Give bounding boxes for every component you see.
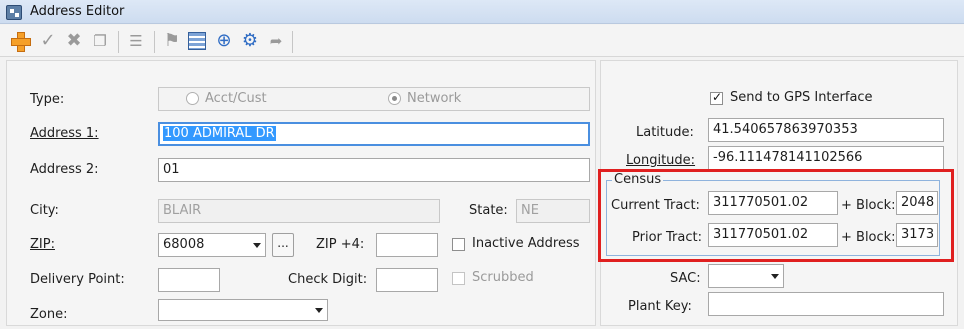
state-input[interactable]: NE xyxy=(516,199,590,223)
zone-dropdown[interactable] xyxy=(158,299,328,321)
latitude-label: Latitude: xyxy=(636,125,694,140)
type-acct-label: Acct/Cust xyxy=(205,91,267,106)
plus-circle-icon[interactable]: ⊕ xyxy=(214,31,234,51)
zip-lookup-button[interactable]: ... xyxy=(272,233,294,257)
address2-label: Address 2: xyxy=(30,162,99,177)
address2-input[interactable]: 01 xyxy=(158,158,590,182)
city-label: City: xyxy=(30,203,59,218)
address1-label: Address 1: xyxy=(30,126,99,141)
longitude-input[interactable]: -96.111478141102566 xyxy=(708,146,944,170)
export-icon[interactable]: ➦ xyxy=(266,31,286,51)
sac-dropdown[interactable] xyxy=(708,264,784,288)
plant-key-label: Plant Key: xyxy=(628,299,692,314)
window-title: Address Editor xyxy=(30,4,125,19)
census-highlight xyxy=(598,169,954,262)
check-digit-input[interactable] xyxy=(376,268,438,292)
zone-label: Zone: xyxy=(30,307,68,322)
type-network-radio[interactable] xyxy=(388,92,401,105)
zip4-label: ZIP +4: xyxy=(316,237,365,252)
zip-value: 68008 xyxy=(163,237,205,252)
map-pin-icon[interactable]: ⚑ xyxy=(162,31,182,51)
address1-input[interactable]: 100 ADMIRAL DR xyxy=(158,122,590,146)
sac-label: SAC: xyxy=(670,271,701,286)
route-icon[interactable]: ⚙ xyxy=(240,31,260,51)
title-bar: Address Editor xyxy=(0,0,964,24)
copy-icon[interactable]: ❐ xyxy=(90,31,110,51)
chevron-down-icon xyxy=(253,243,261,248)
toolbar: ✓ ✖ ❐ ☰ ⚑ ⊕ ⚙ ➦ xyxy=(0,25,964,57)
plant-key-input[interactable] xyxy=(708,292,944,316)
scrubbed-label: Scrubbed xyxy=(472,270,534,285)
toolbar-separator xyxy=(118,31,119,53)
add-icon[interactable] xyxy=(10,31,31,52)
address1-value: 100 ADMIRAL DR xyxy=(163,126,276,141)
list-icon[interactable]: ☰ xyxy=(126,31,146,51)
delete-icon[interactable]: ✖ xyxy=(64,31,84,51)
zip-dropdown[interactable]: 68008 xyxy=(158,233,266,257)
approve-icon[interactable]: ✓ xyxy=(38,31,58,51)
send-gps-checkbox[interactable] xyxy=(710,90,723,105)
toolbar-separator xyxy=(154,31,155,53)
scrubbed-checkbox[interactable] xyxy=(452,272,465,285)
chevron-down-icon xyxy=(315,308,323,313)
longitude-label: Longitude: xyxy=(626,153,696,168)
delivery-point-input[interactable] xyxy=(158,268,220,292)
delivery-point-label: Delivery Point: xyxy=(30,272,125,287)
type-network-label: Network xyxy=(407,91,462,106)
check-digit-label: Check Digit: xyxy=(288,272,368,287)
send-gps-label: Send to GPS Interface xyxy=(730,90,873,105)
grid-icon[interactable] xyxy=(188,32,206,50)
latitude-input[interactable]: 41.540657863970353 xyxy=(708,118,944,142)
type-label: Type: xyxy=(30,92,65,107)
inactive-address-checkbox[interactable] xyxy=(452,238,465,251)
city-input[interactable]: BLAIR xyxy=(158,199,440,223)
zip-label: ZIP: xyxy=(30,237,55,252)
type-acct-radio[interactable] xyxy=(186,92,199,105)
toolbar-separator xyxy=(292,31,293,53)
zip4-input[interactable] xyxy=(376,233,438,257)
inactive-address-label: Inactive Address xyxy=(472,236,580,251)
address-editor-window: Address Editor ✓ ✖ ❐ ☰ ⚑ ⊕ ⚙ ➦ Type: Acc… xyxy=(0,0,964,329)
chevron-down-icon xyxy=(771,274,779,279)
address-book-icon xyxy=(6,5,22,20)
state-label: State: xyxy=(469,203,508,218)
